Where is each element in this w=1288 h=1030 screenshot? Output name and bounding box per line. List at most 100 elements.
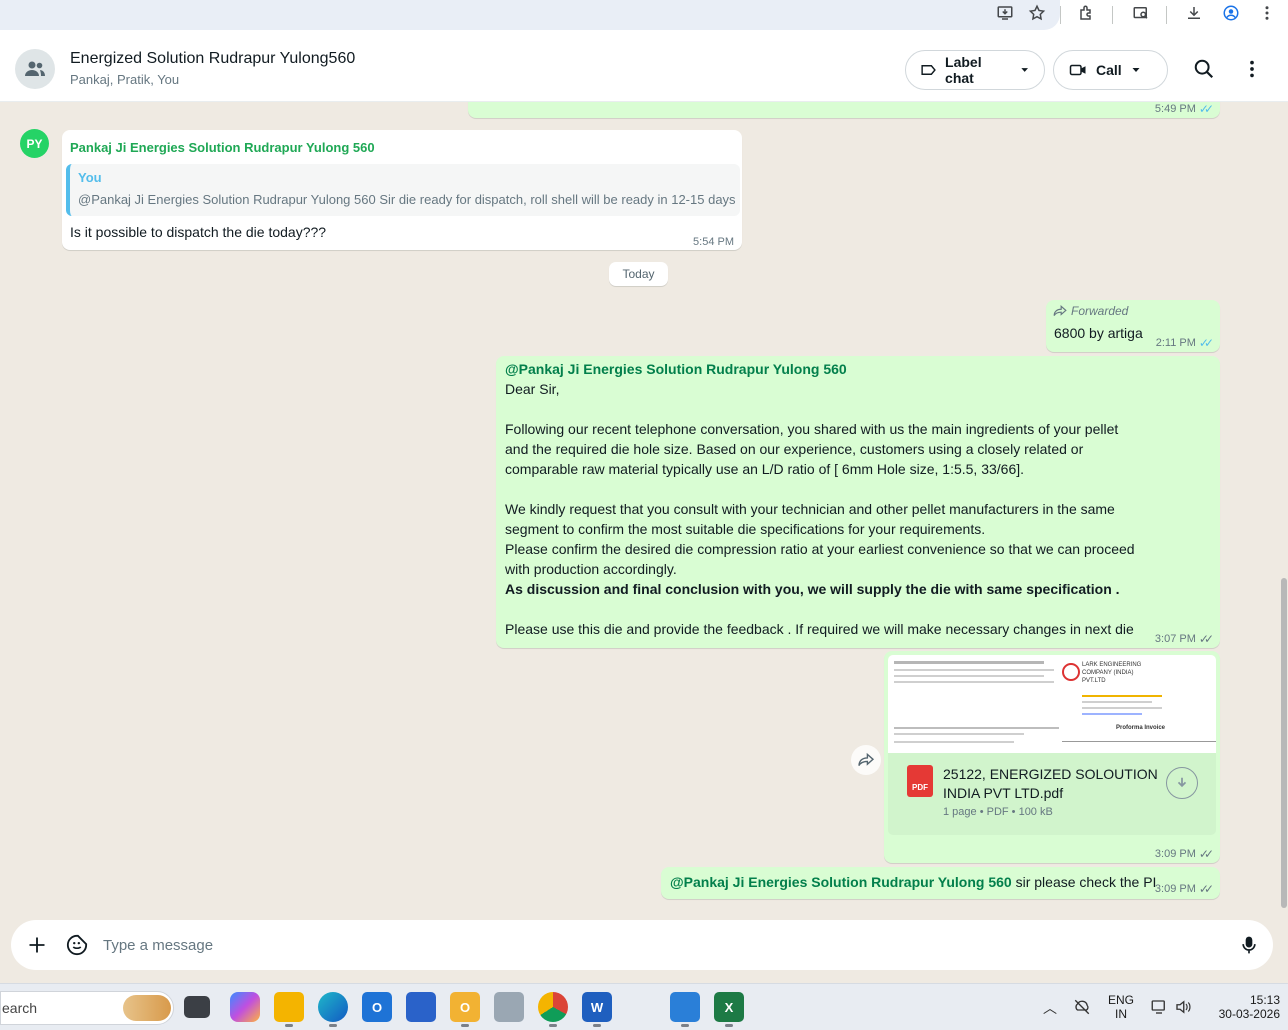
message-composer (11, 920, 1273, 970)
download-icon (1177, 777, 1187, 788)
profile-icon[interactable] (1220, 4, 1242, 26)
message-time: 3:09 PM (1154, 848, 1196, 860)
message-text: @Pankaj Ji Energies Solution Rudrapur Yu… (670, 874, 1157, 890)
clock-time: 15:13 (1249, 993, 1280, 1007)
scrollbar-thumb[interactable] (1281, 578, 1287, 908)
download-icon[interactable] (1183, 4, 1205, 26)
message-meta: 3:09 PM ✓✓ (1155, 882, 1214, 896)
long-message-body: @Pankaj Ji Energies Solution Rudrapur Yu… (505, 359, 1205, 639)
message-bubble-outgoing[interactable]: Forwarded 6800 by artiga 2:11 PM ✓✓ (1046, 300, 1220, 352)
install-icon[interactable] (994, 4, 1016, 26)
mention[interactable]: @Pankaj Ji Energies Solution Rudrapur Yu… (505, 359, 1205, 379)
preview-company-name: LARK ENGINEERING COMPANY (INDIA) PVT.LTD (1082, 662, 1142, 684)
photos-icon[interactable] (670, 992, 700, 1022)
message-meta: 5:49 PM ✓✓ (1155, 102, 1214, 116)
tab-search-icon[interactable] (1130, 4, 1152, 26)
message-line-bold: As discussion and final conclusion with … (505, 581, 1120, 597)
outlook-icon[interactable]: O (362, 992, 392, 1022)
download-file-button[interactable] (1166, 767, 1198, 799)
quote-text: @Pankaj Ji Energies Solution Rudrapur Yu… (78, 192, 736, 207)
message-line: We kindly request that you consult with … (505, 501, 1115, 517)
microphone-icon[interactable] (1237, 933, 1261, 957)
read-ticks-icon: ✓✓ (1198, 102, 1214, 116)
display-icon[interactable] (1150, 998, 1168, 1021)
message-time: 3:09 PM (1154, 883, 1196, 895)
attach-plus-icon[interactable] (25, 933, 49, 957)
toolbar-divider (1060, 6, 1061, 24)
message-text: Is it possible to dispatch the die today… (70, 224, 327, 240)
copilot-icon[interactable] (230, 992, 260, 1022)
taskbar-search[interactable]: earch (0, 991, 174, 1025)
video-call-icon (1069, 64, 1086, 76)
call-label: Call (1096, 62, 1122, 78)
message-line: comparable raw material typically use an… (505, 461, 1025, 477)
volume-icon[interactable] (1174, 998, 1192, 1021)
read-ticks-icon: ✓✓ (1198, 336, 1214, 350)
message-bubble-document[interactable]: LARK ENGINEERING COMPANY (INDIA) PVT.LTD… (884, 651, 1220, 863)
message-scrollbar[interactable] (1280, 102, 1288, 918)
company-logo (1062, 663, 1080, 681)
sender-avatar[interactable]: PY (20, 129, 49, 158)
preview-doc-title: Proforma Invoice (1116, 725, 1166, 731)
file-name[interactable]: 25122, ENERGIZED SOLOUTION INDIA PVT LTD… (943, 765, 1158, 803)
message-bubble-outgoing[interactable]: 5:49 PM ✓✓ (468, 102, 1220, 118)
message-meta: 5:54 PM (693, 236, 734, 248)
chat-participants[interactable]: Pankaj, Pratik, You (70, 72, 179, 87)
browser-toolbar (0, 0, 1288, 37)
chevron-down-icon (1021, 68, 1028, 72)
message-line: with production accordingly. (505, 561, 677, 577)
message-bubble-outgoing[interactable]: @Pankaj Ji Energies Solution Rudrapur Yu… (661, 867, 1220, 899)
mention[interactable]: @Pankaj Ji Energies Solution Rudrapur Yu… (670, 874, 1012, 890)
message-input[interactable] (103, 935, 1203, 955)
store-icon[interactable] (406, 992, 436, 1022)
message-bubble-outgoing[interactable]: @Pankaj Ji Energies Solution Rudrapur Yu… (496, 356, 1220, 648)
toolbar-divider (1112, 6, 1113, 24)
chrome-icon[interactable] (538, 992, 568, 1022)
menu-icon[interactable] (1240, 57, 1264, 81)
file-explorer-icon[interactable] (274, 992, 304, 1022)
search-highlight-image (123, 995, 171, 1021)
document-info[interactable]: PDF 25122, ENERGIZED SOLOUTION INDIA PVT… (888, 753, 1216, 835)
forward-icon (858, 753, 875, 766)
more-vert-icon[interactable] (1256, 4, 1278, 26)
forward-button[interactable] (851, 745, 881, 775)
mail-icon[interactable]: O (450, 992, 480, 1022)
message-line: segment to confirm the most suitable die… (505, 521, 986, 537)
network-off-icon[interactable] (1073, 998, 1091, 1021)
delivered-ticks-icon: ✓✓ (1198, 847, 1214, 861)
message-time: 5:54 PM (693, 236, 734, 248)
message-line: Following our recent telephone conversat… (505, 421, 1119, 437)
files-icon[interactable] (494, 992, 524, 1022)
message-meta: 2:11 PM ✓✓ (1156, 336, 1214, 350)
label-icon (921, 65, 936, 75)
clock[interactable]: 15:13 30-03-2026 (1206, 993, 1280, 1021)
sender-name[interactable]: Pankaj Ji Energies Solution Rudrapur Yul… (70, 140, 375, 155)
message-time: 3:07 PM (1154, 633, 1196, 645)
message-bubble-incoming[interactable]: Pankaj Ji Energies Solution Rudrapur Yul… (62, 130, 742, 250)
chat-title[interactable]: Energized Solution Rudrapur Yulong560 (70, 50, 355, 68)
group-avatar[interactable] (15, 49, 55, 89)
document-preview[interactable]: LARK ENGINEERING COMPANY (INDIA) PVT.LTD… (888, 655, 1216, 753)
star-icon[interactable] (1026, 4, 1048, 26)
delivered-ticks-icon: ✓✓ (1198, 882, 1214, 896)
language-indicator[interactable]: ENG IN (1106, 993, 1136, 1021)
excel-icon[interactable]: X (714, 992, 744, 1022)
word-icon[interactable]: W (582, 992, 612, 1022)
sticker-icon[interactable] (65, 933, 89, 957)
clock-date: 30-03-2026 (1218, 1007, 1280, 1021)
message-line: Please use this die and provide the feed… (505, 621, 1134, 637)
chevron-up-icon[interactable]: ︿ (1043, 998, 1057, 1018)
message-list[interactable]: 5:49 PM ✓✓ PY Pankaj Ji Energies Solutio… (0, 102, 1280, 918)
search-icon[interactable] (1192, 57, 1216, 81)
call-button[interactable]: Call (1053, 50, 1168, 90)
message-time: 5:49 PM (1154, 103, 1196, 115)
extensions-icon[interactable] (1076, 4, 1098, 26)
edge-icon[interactable] (318, 992, 348, 1022)
quote-author: You (78, 170, 102, 185)
task-view-icon[interactable] (184, 996, 210, 1018)
label-chat-button[interactable]: Label chat (905, 50, 1045, 90)
address-bar[interactable] (0, 0, 1060, 30)
quoted-message[interactable]: You @Pankaj Ji Energies Solution Rudrapu… (66, 164, 740, 216)
file-meta: 1 page • PDF • 100 kB (943, 806, 1053, 818)
delivered-ticks-icon: ✓✓ (1198, 632, 1214, 646)
